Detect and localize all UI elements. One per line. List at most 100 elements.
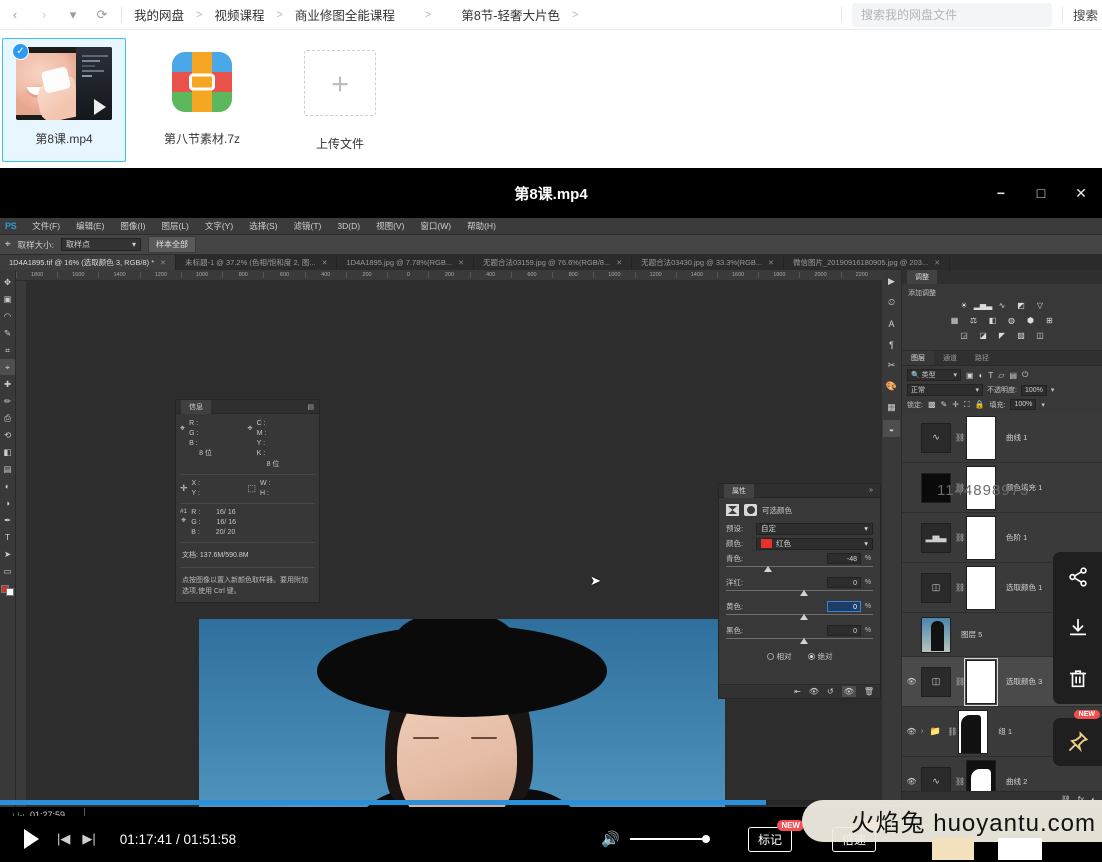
close-icon[interactable]: ✕	[160, 259, 166, 267]
ps-menu-filter[interactable]: 滤镜(T)	[286, 220, 330, 232]
healing-brush-tool-icon[interactable]: ✚	[0, 376, 15, 392]
adjustments-icon[interactable]: ◒	[883, 420, 900, 437]
gradient-tool-icon[interactable]: ▤	[0, 461, 15, 477]
radio-relative[interactable]: 相对	[766, 651, 792, 662]
layer-mask[interactable]	[964, 657, 998, 706]
fill-value[interactable]: 100%	[1010, 399, 1037, 410]
back-icon[interactable]: ‹	[6, 6, 24, 24]
eyedropper-tool-icon[interactable]: ⌖	[0, 359, 15, 375]
quick-select-tool-icon[interactable]: ✎	[0, 325, 15, 341]
maximize-icon[interactable]: □	[1034, 186, 1048, 200]
close-icon[interactable]: ✕	[768, 259, 774, 267]
brightness-icon[interactable]: ☀	[958, 300, 970, 311]
ps-menu-view[interactable]: 视图(V)	[368, 220, 412, 232]
slider-track[interactable]	[726, 589, 873, 599]
filter-adjustment-icon[interactable]: ◐	[979, 371, 984, 380]
slider-thumb[interactable]	[799, 614, 808, 620]
exposure-icon[interactable]: ◩	[1015, 300, 1027, 311]
layer-row[interactable]: ∿ ⛓ 曲线 1	[902, 413, 1102, 463]
threshold-icon[interactable]: ◤	[996, 330, 1008, 341]
layer-thumbnail[interactable]: ◫	[921, 572, 951, 603]
layer-filter-select[interactable]: 🔍 类型 ▾	[907, 369, 961, 381]
lock-position-icon[interactable]: ✛	[952, 400, 959, 409]
vibrance-icon[interactable]: ▽	[1034, 300, 1046, 311]
blend-mode-select[interactable]: 正常 ▾	[907, 384, 983, 396]
ps-menu-layer[interactable]: 图层(L)	[153, 220, 196, 232]
lock-all-icon[interactable]: 🔒	[975, 400, 985, 409]
tab-layers[interactable]: 图层	[902, 351, 934, 365]
clone-stamp-tool-icon[interactable]: ⎙	[0, 410, 15, 426]
dodge-tool-icon[interactable]: ◑	[0, 495, 15, 511]
ps-menu-window[interactable]: 窗口(W)	[412, 220, 459, 232]
gradient-map-icon[interactable]: ▨	[1015, 330, 1027, 341]
tab-channels[interactable]: 通道	[934, 351, 966, 365]
channel-mixer-icon[interactable]: ⬢	[1025, 315, 1037, 326]
document-tab[interactable]: 无题合法03159.jpg @ 76.6%(RGB/8... ✕	[474, 255, 633, 270]
document-tab[interactable]: 微信图片_20190916180905.jpg @ 203... ✕	[784, 255, 951, 270]
forward-icon[interactable]: ›	[35, 6, 53, 24]
grid-icon[interactable]: ▦	[883, 399, 900, 416]
toggle-visibility-icon[interactable]: 👁	[841, 686, 856, 697]
hue-sat-icon[interactable]: ▦	[949, 315, 961, 326]
filter-smart-icon[interactable]: ▤	[1009, 371, 1017, 380]
brush-tool-icon[interactable]: ✏	[0, 393, 15, 409]
filter-type-icon[interactable]: T	[988, 371, 993, 380]
posterize-icon[interactable]: ◪	[977, 330, 989, 341]
tools-icon[interactable]: ✂	[883, 357, 900, 374]
share-icon[interactable]	[1065, 564, 1091, 590]
layer-thumbnail[interactable]: ▂▅▃	[921, 522, 951, 553]
preset-select[interactable]: 自定 ▾	[756, 522, 873, 535]
slider-thumb[interactable]	[799, 638, 808, 644]
slider-value-input[interactable]: 0	[827, 577, 861, 588]
layer-mask[interactable]	[966, 415, 996, 460]
layer-thumbnail[interactable]: ∿	[921, 766, 951, 791]
opacity-value[interactable]: 100%	[1020, 384, 1047, 396]
search-button[interactable]: 搜索	[1073, 5, 1102, 24]
ps-menu-select[interactable]: 选择(S)	[241, 220, 285, 232]
sample-all-button[interactable]: 样本全部	[148, 236, 197, 253]
adjustments-panel-tab[interactable]: 调整	[907, 270, 937, 284]
layer-thumbnail[interactable]: ∿	[921, 422, 951, 453]
slider-value-input[interactable]: 0	[827, 625, 861, 636]
slider-track[interactable]	[726, 637, 873, 647]
breadcrumb-item-2[interactable]: 商业修图全能课程	[295, 5, 395, 24]
color-swatches[interactable]	[1, 585, 14, 596]
upload-dropzone[interactable]: +	[304, 50, 376, 116]
document-tab[interactable]: 1D4A1895.jpg @ 7.78%(RGB... ✕	[337, 255, 474, 270]
photo-filter-icon[interactable]: ◍	[1006, 315, 1018, 326]
slider-track[interactable]	[726, 613, 873, 623]
marquee-tool-icon[interactable]: ▣	[0, 291, 15, 307]
color-select[interactable]: 红色 ▾	[756, 537, 873, 550]
previous-button[interactable]: |◀	[57, 831, 70, 847]
layer-mask[interactable]	[966, 515, 996, 560]
filter-shape-icon[interactable]: ▱	[998, 371, 1004, 380]
file-item-video[interactable]: ✓ 第8课.mp4	[2, 38, 126, 162]
close-icon[interactable]: ✕	[458, 259, 464, 267]
layer-mask[interactable]	[966, 759, 996, 791]
lasso-tool-icon[interactable]: ◠	[0, 308, 15, 324]
clip-to-layer-icon[interactable]: ⇤	[794, 687, 801, 696]
document-tab[interactable]: 无题合法03430.jpg @ 33.3%(RGB... ✕	[632, 255, 784, 270]
eye-icon[interactable]: 👁	[906, 727, 917, 736]
slider-thumb[interactable]	[764, 566, 773, 572]
levels-icon[interactable]: ▂▅▃	[974, 300, 992, 311]
chevron-down-icon[interactable]: ▾	[1041, 401, 1045, 409]
color-lookup-icon[interactable]: ⊞	[1044, 315, 1056, 326]
layer-mask[interactable]	[966, 565, 996, 610]
volume-slider[interactable]	[629, 835, 710, 843]
filter-toggle-icon[interactable]: ⏻	[1022, 370, 1028, 380]
paragraph-icon[interactable]: ¶	[883, 336, 900, 353]
selected-check-icon[interactable]: ✓	[12, 43, 29, 60]
pin-button[interactable]: NEW	[1053, 710, 1102, 766]
info-panel-tab[interactable]: 信息	[181, 399, 211, 414]
slider-track[interactable]	[726, 565, 873, 575]
file-item-archive[interactable]: 第八节素材.7z	[140, 38, 264, 162]
volume-icon[interactable]: 🔊	[601, 830, 620, 848]
breadcrumb-item-0[interactable]: 我的网盘	[134, 5, 184, 24]
mark-button[interactable]: 标记 NEW	[747, 819, 804, 852]
history-icon[interactable]: ⏲	[883, 294, 900, 311]
close-icon[interactable]: ✕	[1074, 186, 1088, 200]
ps-menu-3d[interactable]: 3D(D)	[329, 221, 368, 231]
document-tab[interactable]: 1D4A1895.tif @ 16% (选取颜色 3, RGB/8) * ✕	[0, 255, 177, 270]
close-icon[interactable]: ✕	[616, 259, 622, 267]
